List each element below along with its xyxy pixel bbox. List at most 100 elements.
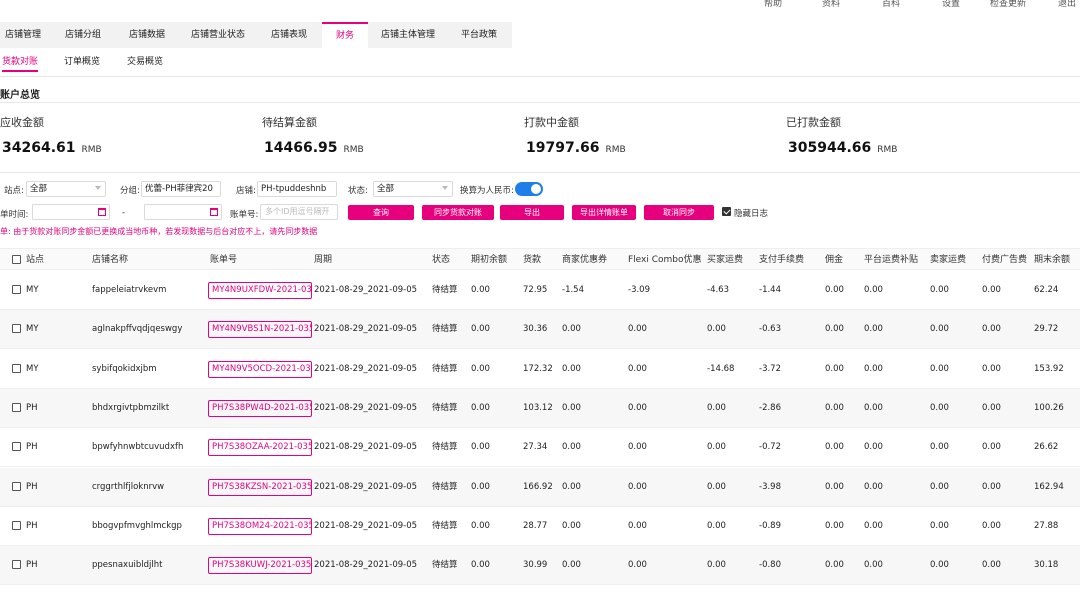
- col-closing-balance: 期末余额: [1034, 255, 1071, 265]
- bill-number-link[interactable]: PH7S38PW4D-2021-035: [208, 399, 312, 417]
- tab-platform-policy[interactable]: 平台政策: [452, 22, 506, 48]
- row-checkbox[interactable]: [12, 324, 21, 334]
- cell-seller-shipping: 0.00: [930, 481, 949, 492]
- bill-number-link[interactable]: PH7S38OM24-2021-035: [208, 517, 312, 535]
- cell-seller-shipping: 0.00: [930, 442, 949, 453]
- receivable-amount: 34264.61 RMB: [2, 140, 102, 156]
- status-select[interactable]: 全部: [373, 181, 453, 197]
- cell-shop-name: bhdxrgivtpbmzilkt: [92, 402, 170, 413]
- divider: [0, 102, 1080, 103]
- cell-status: 待结算: [432, 442, 458, 453]
- bill-number-label: 账单号:: [230, 210, 259, 220]
- cell-status: 待结算: [432, 560, 458, 571]
- cell-seller-voucher: 0.00: [562, 520, 581, 531]
- tab-shop-performance[interactable]: 店铺表现: [262, 22, 316, 48]
- top-menu-docs[interactable]: 资料: [822, 0, 840, 9]
- top-menu-wiki[interactable]: 百科: [882, 0, 900, 9]
- select-all-checkbox[interactable]: [12, 255, 21, 264]
- export-button[interactable]: 导出: [500, 205, 564, 220]
- bill-number-link[interactable]: PH7S38KZSN-2021-035: [208, 478, 312, 496]
- cancel-sync-button[interactable]: 取消同步: [644, 205, 714, 220]
- group-select[interactable]: 优蕾-PH菲律宾20: [141, 181, 221, 197]
- row-checkbox[interactable]: [12, 481, 21, 491]
- col-seller-shipping: 卖家运费: [930, 255, 967, 265]
- bill-number-input[interactable]: 多个ID用逗号隔开: [260, 204, 338, 220]
- tab-shop-data[interactable]: 店铺数据: [120, 22, 174, 48]
- rmb-convert-toggle[interactable]: [515, 182, 543, 196]
- cell-closing-balance: 62.24: [1034, 285, 1059, 295]
- bill-number-link[interactable]: PH7S38KUWJ-2021-035: [208, 557, 312, 575]
- tab-shop-business-status[interactable]: 店铺营业状态: [182, 22, 254, 48]
- row-checkbox[interactable]: [12, 402, 21, 412]
- start-date-input[interactable]: [32, 204, 110, 220]
- cell-platform-shipping-subsidy: 0.00: [864, 402, 883, 413]
- divider: [0, 76, 1080, 77]
- cell-seller-shipping: 0.00: [930, 402, 949, 413]
- cell-payment: 172.32: [523, 363, 553, 374]
- cell-platform-shipping-subsidy: 0.00: [864, 520, 883, 531]
- bill-number-link[interactable]: MY4N9V5OCD-2021-035: [208, 360, 312, 378]
- end-date-input[interactable]: [144, 204, 222, 220]
- cell-site: PH: [26, 560, 38, 571]
- cell-site: PH: [26, 520, 38, 531]
- sync-reconciliation-button[interactable]: 同步货款对账: [422, 205, 494, 220]
- tab-finance[interactable]: 财务: [322, 22, 368, 48]
- top-menu-settings[interactable]: 设置: [942, 0, 960, 9]
- cell-buyer-shipping: 0.00: [707, 402, 726, 413]
- subtab-payment-reconciliation[interactable]: 货款对账: [2, 52, 39, 72]
- table-row: PH ppesnaxuibldjlht PH7S38KUWJ-2021-035 202…: [0, 546, 1080, 586]
- cell-commission: 0.00: [825, 520, 844, 531]
- cell-payment: 166.92: [523, 481, 553, 492]
- cell-closing-balance: 153.92: [1034, 363, 1064, 374]
- export-detail-bill-button[interactable]: 导出详情账单: [572, 205, 636, 220]
- col-ad-fee: 付费广告费: [982, 255, 1028, 265]
- cell-shop-name: crggrthlfjloknrvw: [92, 481, 165, 492]
- calendar-icon: [210, 208, 218, 216]
- row-checkbox[interactable]: [12, 442, 21, 452]
- shop-select[interactable]: PH-tpuddeshnb: [257, 181, 337, 197]
- cell-platform-shipping-subsidy: 0.00: [864, 324, 883, 335]
- site-label: 站点:: [4, 186, 24, 196]
- cell-buyer-shipping: 0.00: [707, 324, 726, 335]
- subtab-order-overview[interactable]: 订单概览: [64, 52, 100, 72]
- top-menu-help[interactable]: 帮助: [764, 0, 782, 9]
- cell-commission: 0.00: [825, 560, 844, 571]
- row-checkbox[interactable]: [12, 285, 21, 294]
- cell-platform-shipping-subsidy: 0.00: [864, 363, 883, 374]
- cell-buyer-shipping: 0.00: [707, 560, 726, 571]
- cell-ad-fee: 0.00: [982, 402, 1001, 413]
- row-checkbox[interactable]: [12, 560, 21, 570]
- hide-log-checkbox[interactable]: [722, 207, 731, 216]
- cell-closing-balance: 162.94: [1034, 481, 1064, 492]
- tab-shop-entity[interactable]: 店铺主体管理: [372, 22, 444, 48]
- cell-payment-fee: -2.86: [759, 402, 781, 413]
- subtab-transaction-overview[interactable]: 交易概览: [127, 52, 163, 72]
- bill-number-link[interactable]: MY4N9UXFDW-2021-035: [208, 282, 312, 299]
- cell-opening-balance: 0.00: [471, 481, 490, 492]
- tab-shop-management[interactable]: 店铺管理: [0, 22, 46, 48]
- search-button[interactable]: 查询: [348, 205, 414, 220]
- site-select[interactable]: 全部: [26, 181, 106, 197]
- col-payment-fee: 支付手续费: [759, 255, 805, 265]
- table-row: PH bpwfyhnwbtcuvudxfh PH7S38OZAA-2021-035 2…: [0, 428, 1080, 468]
- col-commission: 佣金: [825, 255, 844, 265]
- cell-flexi-combo: 0.00: [628, 324, 647, 335]
- cell-buyer-shipping: -14.68: [707, 363, 735, 374]
- top-menu-logout[interactable]: 退出: [1058, 0, 1076, 9]
- cell-period: 2021-08-29_2021-09-05: [314, 363, 418, 374]
- row-checkbox[interactable]: [12, 520, 21, 530]
- tab-shop-group[interactable]: 店铺分组: [56, 22, 110, 48]
- bill-number-link[interactable]: PH7S38OZAA-2021-035: [208, 439, 312, 457]
- cell-commission: 0.00: [825, 363, 844, 374]
- cell-buyer-shipping: 0.00: [707, 520, 726, 531]
- calendar-icon: [98, 208, 106, 216]
- cell-shop-name: bbogvpfmvghlmckgp: [92, 520, 182, 531]
- cell-ad-fee: 0.00: [982, 560, 1001, 571]
- cell-seller-shipping: 0.00: [930, 285, 949, 295]
- row-checkbox[interactable]: [12, 363, 21, 373]
- cell-payment-fee: -0.89: [759, 520, 781, 531]
- col-payment: 货款: [523, 255, 542, 265]
- top-menu-check-update[interactable]: 检查更新: [990, 0, 1026, 9]
- col-site: 站点: [26, 255, 45, 265]
- bill-number-link[interactable]: MY4N9VBS1N-2021-035: [208, 321, 312, 339]
